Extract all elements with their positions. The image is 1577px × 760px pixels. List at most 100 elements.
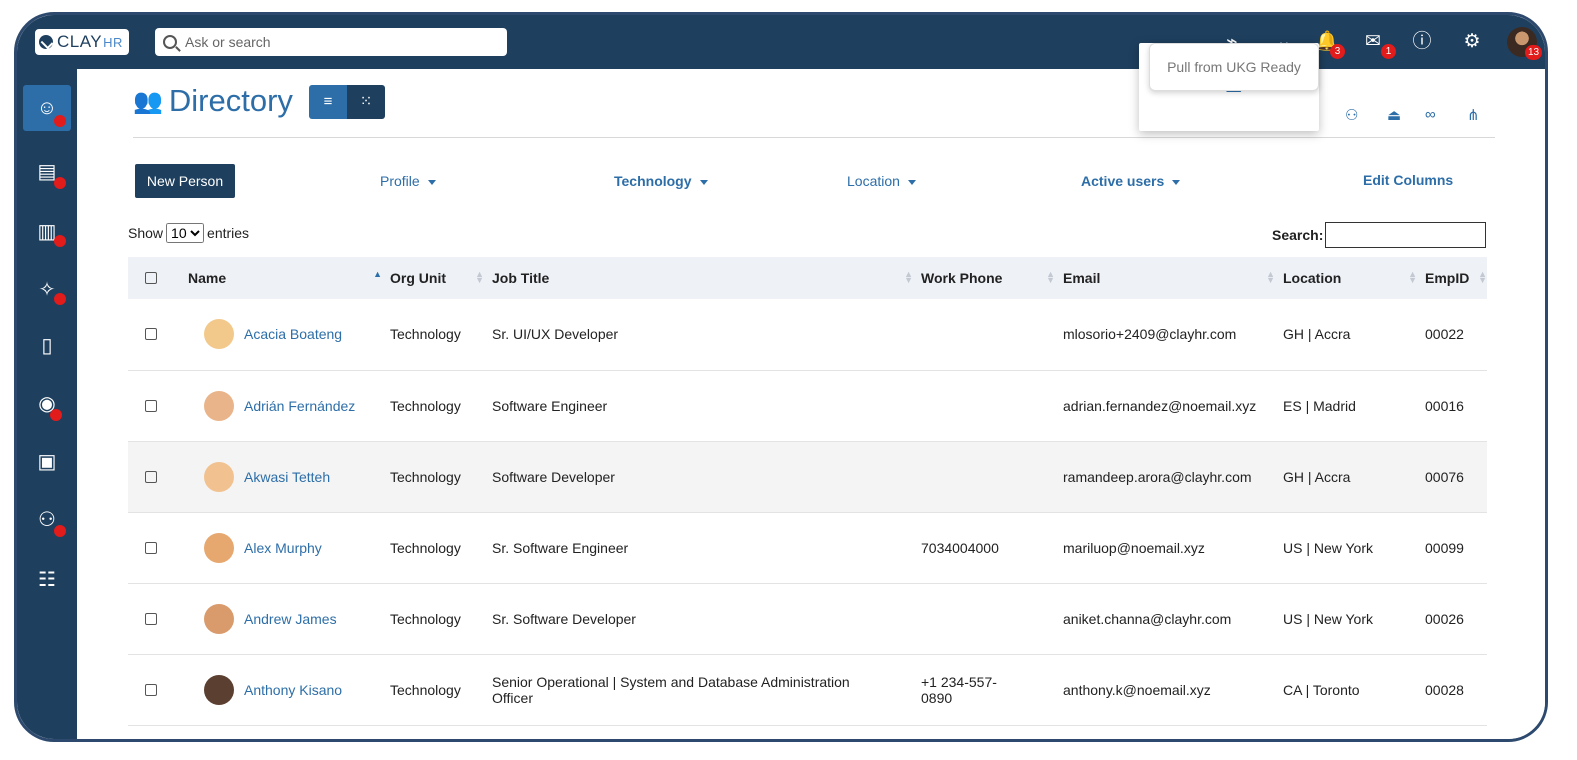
job-title-cell: Software Engineer xyxy=(492,397,608,414)
empid-cell: 00028 xyxy=(1425,681,1464,698)
row-checkbox[interactable] xyxy=(145,470,157,483)
edit-columns-link[interactable]: Edit Columns xyxy=(1363,172,1453,188)
column-header-org-unit[interactable]: Org Unit ▲ ▼ xyxy=(390,257,492,299)
page-header: 👥 Directory xyxy=(133,83,293,119)
row-checkbox[interactable] xyxy=(145,399,157,412)
work-phone-cell: +1 234-557-0890 xyxy=(921,673,997,706)
row-checkbox[interactable] xyxy=(145,328,157,341)
notification-badge: 3 xyxy=(1330,44,1345,59)
app-frame: CLAY HR Ask or search ⌁ ⌄ 🔔 3 ✉ 1 ⓘ ⚙ 13… xyxy=(14,12,1548,742)
tooltip: Pull from UKG Ready xyxy=(1149,43,1319,91)
person-avatar xyxy=(204,390,234,421)
person-name-link[interactable]: Andrew James xyxy=(244,611,337,627)
sidebar-item-profile[interactable]: ◉ xyxy=(23,381,71,427)
logo-suffix: HR xyxy=(103,34,123,50)
job-title-cell: Sr. Software Developer xyxy=(492,610,636,627)
sort-icon: ▲ ▼ xyxy=(904,269,913,285)
job-title-cell: Sr. UI/UX Developer xyxy=(492,326,619,343)
sidebar-item-reports[interactable]: ▣ xyxy=(23,439,71,485)
table-row[interactable]: Akwasi Tetteh Technology Software Develo… xyxy=(128,441,1487,512)
profile-filter-dropdown[interactable]: Profile xyxy=(380,173,436,189)
column-header-work-phone[interactable]: Work Phone ▲ ▼ xyxy=(921,257,1063,299)
select-all-checkbox[interactable] xyxy=(145,272,157,284)
location-filter-dropdown[interactable]: Location xyxy=(847,173,916,189)
bar-chart-icon: ▣ xyxy=(37,451,57,473)
export-icon[interactable]: ⏏ xyxy=(1387,106,1401,124)
sidebar-item-checklist[interactable]: ☷ xyxy=(23,557,71,603)
active-users-filter-dropdown[interactable]: Active users xyxy=(1081,173,1181,189)
caret-down-icon xyxy=(699,179,708,185)
column-header-job-title[interactable]: Job Title ▲ ▼ xyxy=(492,257,921,299)
lightbulb-icon: ✧ xyxy=(38,279,56,301)
table-row[interactable]: Andrew James Technology Sr. Software Dev… xyxy=(128,583,1487,654)
empid-cell: 00099 xyxy=(1425,539,1464,556)
sidebar-item-learning[interactable]: ✧ xyxy=(23,267,71,313)
sidebar-dot-learning xyxy=(54,293,66,305)
person-name-link[interactable]: Alex Murphy xyxy=(244,540,322,556)
empid-cell: 00076 xyxy=(1425,468,1464,485)
page-title: Directory xyxy=(168,83,293,118)
logo-text: CLAY xyxy=(57,32,103,51)
row-checkbox[interactable] xyxy=(145,541,157,554)
person-name-link[interactable]: Akwasi Tetteh xyxy=(244,469,330,485)
job-title-cell: Sr. Software Engineer xyxy=(492,539,629,556)
column-header-email[interactable]: Email ▲ ▼ xyxy=(1063,257,1283,299)
email-cell: aniket.channa@clayhr.com xyxy=(1063,610,1232,627)
sort-icon: ▲ ▼ xyxy=(1046,269,1055,285)
person-name-link[interactable]: Anthony Kisano xyxy=(244,682,342,698)
location-cell: CA | Toronto xyxy=(1283,681,1360,698)
email-cell: ramandeep.arora@clayhr.com xyxy=(1063,468,1252,485)
row-checkbox[interactable] xyxy=(145,683,157,696)
column-label: Name xyxy=(188,270,227,286)
work-phone-cell xyxy=(921,370,1063,441)
sidebar-item-hiring[interactable]: ⚇ xyxy=(23,497,71,543)
clayhr-logo[interactable]: CLAY HR xyxy=(35,29,129,55)
job-title-cell: Senior Operational | System and Database… xyxy=(492,673,850,706)
person-name-link[interactable]: Adrián Fernández xyxy=(244,398,355,414)
technology-filter-label: Technology xyxy=(614,173,692,189)
location-cell: US | New York xyxy=(1283,539,1374,556)
person-avatar xyxy=(204,603,234,634)
sidebar-dot-profile xyxy=(50,409,62,421)
caret-down-icon xyxy=(1172,179,1181,185)
global-search-input[interactable]: Ask or search xyxy=(155,28,507,56)
table-row[interactable]: Acacia Boateng Technology Sr. UI/UX Deve… xyxy=(128,299,1487,370)
location-cell: GH | Accra xyxy=(1283,468,1351,485)
email-cell: anthony.k@noemail.xyz xyxy=(1063,681,1211,698)
new-person-button[interactable]: New Person xyxy=(135,164,235,198)
table-row[interactable]: Alex Murphy Technology Sr. Software Engi… xyxy=(128,512,1487,583)
org-unit-cell: Technology xyxy=(390,610,461,627)
sidebar-item-payroll[interactable]: ▤ xyxy=(23,149,71,195)
column-header-empid[interactable]: EmpID ▲ ▼ xyxy=(1425,257,1487,299)
grid-view-button[interactable]: ⁙ xyxy=(347,85,385,119)
sidebar-item-documents[interactable]: ▯ xyxy=(23,323,71,369)
show-label: Show xyxy=(128,225,164,241)
table-row[interactable]: Anthony Kisano Technology Senior Operati… xyxy=(128,654,1487,725)
gear-icon[interactable]: ⚙ xyxy=(1460,30,1484,54)
work-phone-cell: 7034004000 xyxy=(921,539,999,556)
column-label: EmpID xyxy=(1425,270,1470,286)
team-icon[interactable]: ⚇ xyxy=(1345,106,1358,124)
search-placeholder: Ask or search xyxy=(185,34,271,50)
help-icon[interactable]: ⓘ xyxy=(1410,30,1434,54)
empid-cell: 00026 xyxy=(1425,610,1464,627)
logo-check-icon xyxy=(39,35,53,49)
work-phone-cell xyxy=(921,441,1063,512)
location-filter-label: Location xyxy=(847,173,900,189)
column-header-name[interactable]: Name ▲ xyxy=(188,257,390,299)
column-label: Work Phone xyxy=(921,270,1003,286)
row-checkbox[interactable] xyxy=(145,612,157,625)
list-view-button[interactable]: ≡ xyxy=(309,85,347,119)
table-search-input[interactable] xyxy=(1325,222,1486,248)
sort-asc-icon: ▲ xyxy=(373,269,382,279)
technology-filter-dropdown[interactable]: Technology xyxy=(614,173,708,189)
entries-select[interactable]: 10 xyxy=(166,223,205,243)
sidebar-dot-payroll xyxy=(54,177,66,189)
column-label: Org Unit xyxy=(390,270,446,286)
column-header-location[interactable]: Location ▲ ▼ xyxy=(1283,257,1425,299)
table-row[interactable]: Adrián Fernández Technology Software Eng… xyxy=(128,370,1487,441)
person-name-link[interactable]: Acacia Boateng xyxy=(244,326,342,342)
binoculars-icon[interactable]: ∞ xyxy=(1425,106,1436,123)
sidebar-item-performance[interactable]: ▥ xyxy=(23,209,71,255)
org-chart-icon[interactable]: ⋔ xyxy=(1467,106,1480,124)
